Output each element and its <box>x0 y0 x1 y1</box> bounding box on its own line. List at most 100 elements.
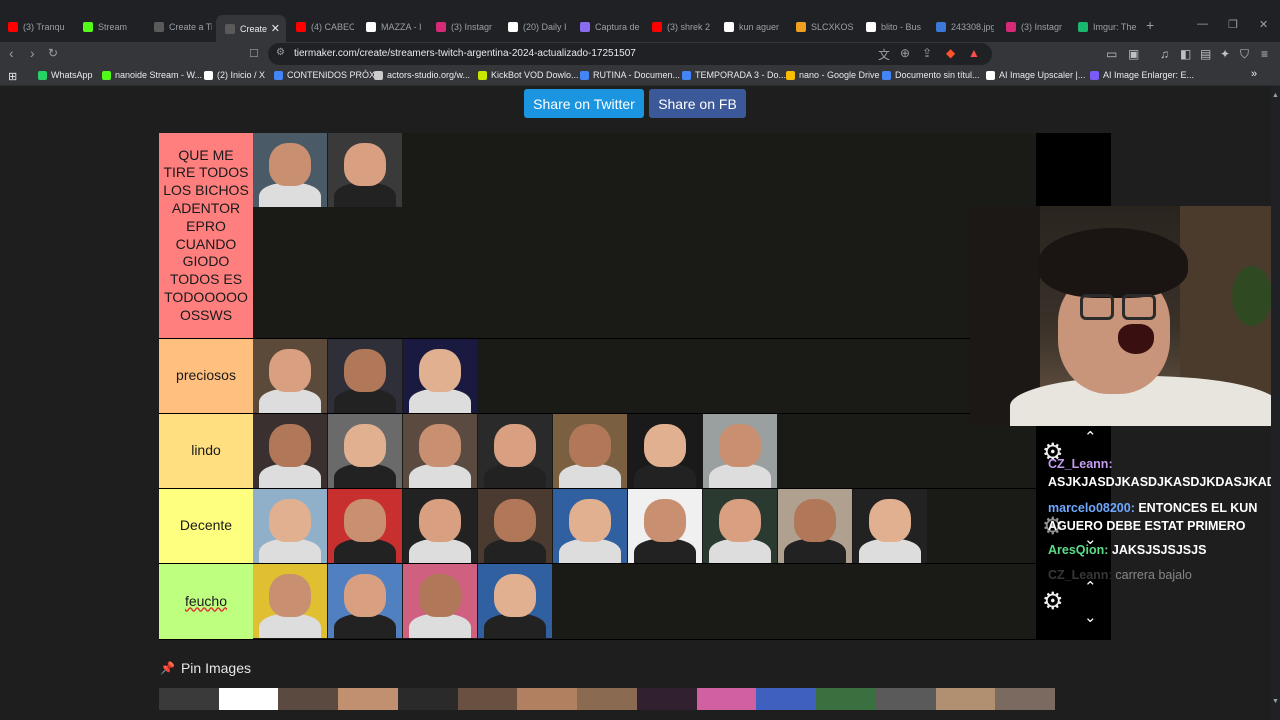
screenshot-icon[interactable]: ▣ <box>1128 47 1139 61</box>
browser-tab[interactable]: SLCXKOS? <box>788 16 854 38</box>
streamer-image[interactable] <box>253 133 327 207</box>
bookmark-item[interactable]: nano - Google Drive <box>786 70 880 80</box>
brave-rewards-icon[interactable]: ▲ <box>968 46 980 60</box>
pin-image-thumb[interactable] <box>935 688 996 710</box>
media-icon[interactable]: ♫ <box>1160 47 1169 61</box>
tier-row[interactable]: lindo <box>159 414 1036 489</box>
pin-image-thumb[interactable] <box>218 688 279 710</box>
bookmark-item[interactable]: KickBot VOD Dowlo... <box>478 70 579 80</box>
streamer-image[interactable] <box>703 489 777 563</box>
streamer-image[interactable] <box>253 489 327 563</box>
bookmark-item[interactable]: WhatsApp <box>38 70 93 80</box>
streamer-image[interactable] <box>403 564 477 638</box>
streamer-image[interactable] <box>328 133 402 207</box>
streamer-image[interactable] <box>478 414 552 488</box>
browser-tab[interactable]: (3) Instagr <box>998 16 1066 38</box>
site-info-icon[interactable]: ⚙ <box>276 47 285 58</box>
tier-label[interactable]: lindo <box>159 414 253 488</box>
gear-icon-2[interactable]: ⚙ <box>1042 587 1064 616</box>
bookmark-item[interactable]: CONTENIDOS PRÓX... <box>274 70 383 80</box>
pin-image-thumb[interactable] <box>995 688 1055 710</box>
pin-image-thumb[interactable] <box>816 688 876 710</box>
streamer-image[interactable] <box>553 414 627 488</box>
scroll-up-icon[interactable]: ▲ <box>1272 92 1279 99</box>
bookmark-item[interactable]: actors-studio.org/w... <box>374 70 470 80</box>
bookmark-item[interactable]: (2) Inicio / X <box>204 70 265 80</box>
brave-shield-icon[interactable]: ◆ <box>946 46 955 60</box>
tier-row[interactable]: Decente <box>159 489 1036 564</box>
bookmark-item[interactable]: TEMPORADA 3 - Do... <box>682 70 786 80</box>
streamer-image[interactable] <box>328 339 402 413</box>
chevron-down-icon-2[interactable]: ⌄ <box>1084 608 1097 626</box>
browser-tab[interactable]: (4) CABEC <box>288 16 354 38</box>
tier-row[interactable]: feucho <box>159 564 1036 640</box>
browser-tab[interactable]: kun aguer <box>716 16 784 38</box>
unranked-images-strip[interactable] <box>159 688 1055 710</box>
pin-image-thumb[interactable] <box>159 688 219 710</box>
streamer-image[interactable] <box>328 564 402 638</box>
browser-tab[interactable]: (3) Instagr <box>428 16 496 38</box>
address-bar[interactable]: ⚙ tiermaker.com/create/streamers-twitch-… <box>268 43 992 65</box>
browser-tab[interactable]: blito - Bus <box>858 16 924 38</box>
pin-image-thumb[interactable] <box>517 688 578 710</box>
share-fb-button[interactable]: Share on FB <box>649 89 746 118</box>
tier-row[interactable]: QUE ME TIRE TODOS LOS BICHOS ADENTOR EPR… <box>159 133 1036 339</box>
bookmarks-overflow-button[interactable]: » <box>1251 68 1257 80</box>
zoom-icon[interactable]: ⊕ <box>900 46 910 60</box>
browser-tab[interactable]: Captura de <box>572 16 640 38</box>
bookmark-item[interactable]: AI Image Upscaler |... <box>986 70 1085 80</box>
streamer-image[interactable] <box>778 489 852 563</box>
sidebar-icon[interactable]: ◧ <box>1180 47 1191 61</box>
extension-icon[interactable]: ▭ <box>1106 47 1117 61</box>
streamer-image[interactable] <box>403 339 477 413</box>
pin-image-thumb[interactable] <box>457 688 518 710</box>
browser-tab[interactable]: (3) shrek 2 <box>644 16 712 38</box>
tier-label[interactable]: QUE ME TIRE TODOS LOS BICHOS ADENTOR EPR… <box>159 133 253 338</box>
pin-image-thumb[interactable] <box>696 688 757 710</box>
streamer-image[interactable] <box>853 489 927 563</box>
wallet-icon[interactable]: ▤ <box>1200 47 1211 61</box>
apps-icon[interactable]: ⊞ <box>8 70 17 83</box>
browser-tab[interactable]: MAZZA - I <box>358 16 424 38</box>
back-icon[interactable]: ‹ <box>9 45 14 61</box>
streamer-image[interactable] <box>628 414 702 488</box>
minimize-icon[interactable]: — <box>1197 18 1208 30</box>
tier-label[interactable]: Decente <box>159 489 253 563</box>
streamer-image[interactable] <box>703 414 777 488</box>
streamer-image[interactable] <box>553 489 627 563</box>
forward-icon[interactable]: › <box>30 45 35 61</box>
bookmark-item[interactable]: nanoide Stream - W... <box>102 70 202 80</box>
streamer-image[interactable] <box>328 414 402 488</box>
vpn-icon[interactable]: ⛉ <box>1240 47 1249 62</box>
pin-image-thumb[interactable] <box>577 688 637 710</box>
menu-icon[interactable]: ≡ <box>1261 47 1268 61</box>
close-tab-icon[interactable]: ✕ <box>271 22 280 35</box>
tier-label[interactable]: feucho <box>159 564 253 639</box>
restore-icon[interactable]: ❐ <box>1228 18 1238 31</box>
scroll-down-icon[interactable]: ▼ <box>1272 698 1279 705</box>
pin-image-thumb[interactable] <box>338 688 398 710</box>
new-tab-button[interactable]: + <box>1146 17 1154 33</box>
browser-tab[interactable]: (3) Tranqu <box>0 16 70 38</box>
streamer-image[interactable] <box>403 414 477 488</box>
pin-image-thumb[interactable] <box>875 688 936 710</box>
streamer-image[interactable] <box>253 414 327 488</box>
streamer-image[interactable] <box>478 564 552 638</box>
pin-image-thumb[interactable] <box>397 688 458 710</box>
pin-images-header[interactable]: 📌 Pin Images <box>160 660 251 676</box>
page-scrollbar[interactable]: ▲ ▼ <box>1271 86 1280 720</box>
streamer-image[interactable] <box>478 489 552 563</box>
share-twitter-button[interactable]: Share on Twitter <box>524 89 644 118</box>
browser-tab[interactable]: 243308.jpg <box>928 16 994 38</box>
streamer-image[interactable] <box>628 489 702 563</box>
close-window-icon[interactable]: ✕ <box>1259 18 1268 31</box>
reload-icon[interactable]: ↻ <box>48 46 58 60</box>
leo-ai-icon[interactable]: ✦ <box>1220 47 1230 61</box>
streamer-image[interactable] <box>253 339 327 413</box>
browser-tab[interactable]: Stream <box>75 16 141 38</box>
url-text[interactable]: tiermaker.com/create/streamers-twitch-ar… <box>294 48 636 59</box>
streamer-image[interactable] <box>328 489 402 563</box>
bookmark-item[interactable]: AI Image Enlarger: E... <box>1090 70 1194 80</box>
bookmark-page-icon[interactable]: ☐ <box>249 47 259 60</box>
browser-tab[interactable]: (20) Daily I <box>500 16 568 38</box>
